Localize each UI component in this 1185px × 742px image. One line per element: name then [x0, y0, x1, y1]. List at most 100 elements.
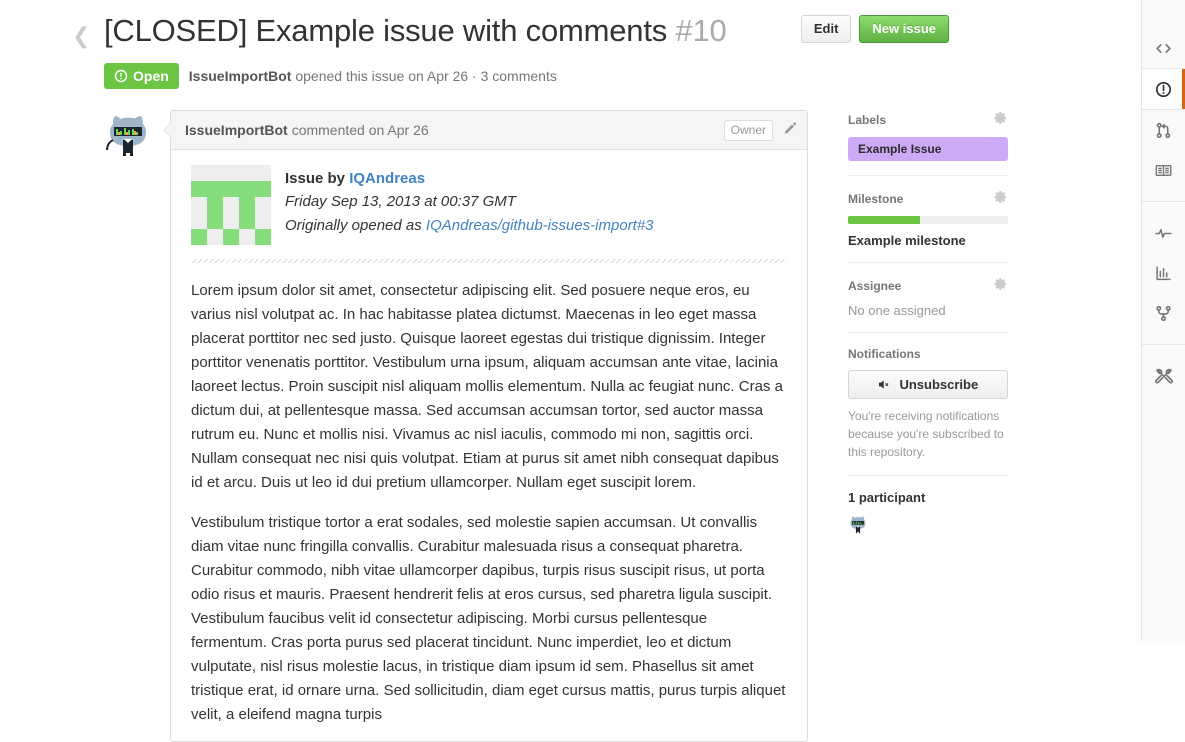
comment-paragraph: Vestibulum tristique tortor a erat sodal… [191, 514, 786, 723]
issue-meta-text: opened this issue on Apr 26 · 3 comments [295, 68, 557, 85]
identicon-cell [239, 181, 255, 197]
sidebar-section-milestone: Milestone Example milestone [848, 175, 1008, 262]
sidebar-item-wiki[interactable] [1142, 150, 1185, 190]
labels-title: Labels [848, 112, 887, 127]
milestone-progress [848, 216, 1008, 224]
notifications-heading: Notifications [848, 347, 1008, 361]
assignee-heading: Assignee [848, 277, 1008, 294]
identicon-cell [207, 165, 223, 181]
issue-by-label: Issue by [285, 170, 350, 187]
issue-content: IssueImportBot commented on Apr 26 Owner [0, 110, 1040, 742]
timeline: IssueImportBot commented on Apr 26 Owner [104, 110, 808, 742]
rail-divider [1142, 201, 1185, 202]
owner-badge: Owner [723, 119, 773, 141]
identicon-cell [239, 197, 255, 213]
comment-author[interactable]: IssueImportBot [185, 122, 288, 138]
pulse-icon [1155, 225, 1172, 242]
sidebar-item-graphs[interactable] [1142, 253, 1185, 293]
new-issue-button[interactable]: New issue [859, 15, 949, 43]
identicon-cell [191, 181, 207, 197]
sidebar-item-network[interactable] [1142, 293, 1185, 333]
status-badge: Open [104, 63, 179, 90]
book-icon [1155, 162, 1172, 179]
unsubscribe-button-label: Unsubscribe [899, 377, 979, 392]
identicon-cell [207, 197, 223, 213]
gear-icon[interactable] [994, 277, 1008, 294]
sidebar-section-assignee: Assignee No one assigned [848, 262, 1008, 332]
sidebar-section-participants: 1 participant [848, 475, 1008, 548]
tools-icon [1154, 367, 1173, 385]
issue-meta: Open IssueImportBot opened this issue on… [0, 63, 1040, 90]
issue-origin-link[interactable]: IQAndreas/github-issues-import#3 [426, 217, 654, 234]
identicon-cell [223, 197, 239, 213]
issue-origin-label: Originally opened as [285, 216, 426, 234]
comment-body: Issue by IQAndreas Friday Sep 13, 2013 a… [171, 150, 807, 741]
unsubscribe-button[interactable]: Unsubscribe [848, 370, 1008, 399]
identicon-cell [191, 213, 207, 229]
chevron-left-icon[interactable]: ❮ [72, 26, 90, 48]
assignee-title: Assignee [848, 278, 902, 293]
sidebar-item-code[interactable] [1142, 28, 1185, 68]
sidebar-item-pull-requests[interactable] [1142, 110, 1185, 150]
label-chip[interactable]: Example Issue [848, 137, 1008, 161]
issue-by-user-link[interactable]: IQAndreas [349, 170, 425, 187]
identicon-cell [207, 181, 223, 197]
milestone-title: Milestone [848, 191, 904, 206]
milestone-heading: Milestone [848, 190, 1008, 207]
identicon-cell [207, 229, 223, 245]
participants-title: 1 participant [848, 490, 926, 505]
issue-date: Friday Sep 13, 2013 at 00:37 GMT [285, 193, 516, 211]
comment-header: IssueImportBot commented on Apr 26 Owner [171, 111, 807, 150]
identicon-cell [255, 165, 271, 181]
issue-number: #10 [675, 13, 727, 48]
sidebar-item-settings[interactable] [1142, 356, 1185, 396]
graph-icon [1155, 265, 1172, 282]
identicon-cell [255, 229, 271, 245]
issue-header: ❮ [CLOSED] Example issue with comments #… [0, 0, 1040, 90]
sidebar-item-issues[interactable] [1142, 68, 1185, 110]
identicon-cell [223, 229, 239, 245]
milestone-name[interactable]: Example milestone [848, 233, 1008, 248]
gear-icon[interactable] [994, 111, 1008, 128]
milestone-progress-fill [848, 216, 920, 224]
status-badge-label: Open [133, 68, 169, 85]
identicon-cell [191, 197, 207, 213]
octocat-avatar[interactable] [848, 514, 868, 534]
edit-button[interactable]: Edit [800, 15, 852, 43]
identicon-cell [239, 165, 255, 181]
divider [191, 259, 787, 263]
assignee-value: No one assigned [848, 303, 946, 318]
identicon-cell [255, 181, 271, 197]
pencil-icon[interactable] [782, 121, 797, 139]
mute-icon [878, 377, 900, 392]
issue-icon [1155, 81, 1172, 98]
issue-title-text: [CLOSED] Example issue with comments [104, 13, 668, 48]
notifications-note: You're receiving notifications because y… [848, 409, 1004, 459]
gear-icon[interactable] [994, 190, 1008, 207]
identicon-cell [191, 165, 207, 181]
import-lines: Issue by IQAndreas Friday Sep 13, 2013 a… [285, 165, 654, 237]
identicon-cell [223, 181, 239, 197]
comment-action-text: commented on Apr 26 [291, 122, 429, 138]
pull-request-icon [1155, 122, 1172, 139]
comment-header-actions: Owner [723, 119, 797, 141]
identicon-cell [191, 229, 207, 245]
issue-author[interactable]: IssueImportBot [189, 68, 292, 84]
octocat-avatar[interactable] [104, 110, 152, 158]
page-title: [CLOSED] Example issue with comments #10 [72, 12, 727, 49]
comment: IssueImportBot commented on Apr 26 Owner [104, 110, 808, 742]
issue-by-line: Issue by IQAndreas [285, 167, 654, 190]
identicon-cell [223, 213, 239, 229]
identicon-cell [239, 229, 255, 245]
sidebar-section-labels: Labels Example Issue [848, 111, 1008, 175]
code-icon [1155, 40, 1172, 57]
issue-import-header: Issue by IQAndreas Friday Sep 13, 2013 a… [191, 165, 787, 245]
sidebar-item-pulse[interactable] [1142, 213, 1185, 253]
notifications-title: Notifications [848, 347, 921, 361]
identicon-cell [255, 213, 271, 229]
header-actions: Edit New issue [800, 15, 949, 43]
comment-paragraph: Lorem ipsum dolor sit amet, consectetur … [191, 282, 783, 491]
repo-nav-rail [1141, 0, 1185, 641]
issue-sidebar: Labels Example Issue Milestone Example m… [848, 110, 1008, 742]
issue-page: ❮ [CLOSED] Example issue with comments #… [0, 0, 1185, 742]
